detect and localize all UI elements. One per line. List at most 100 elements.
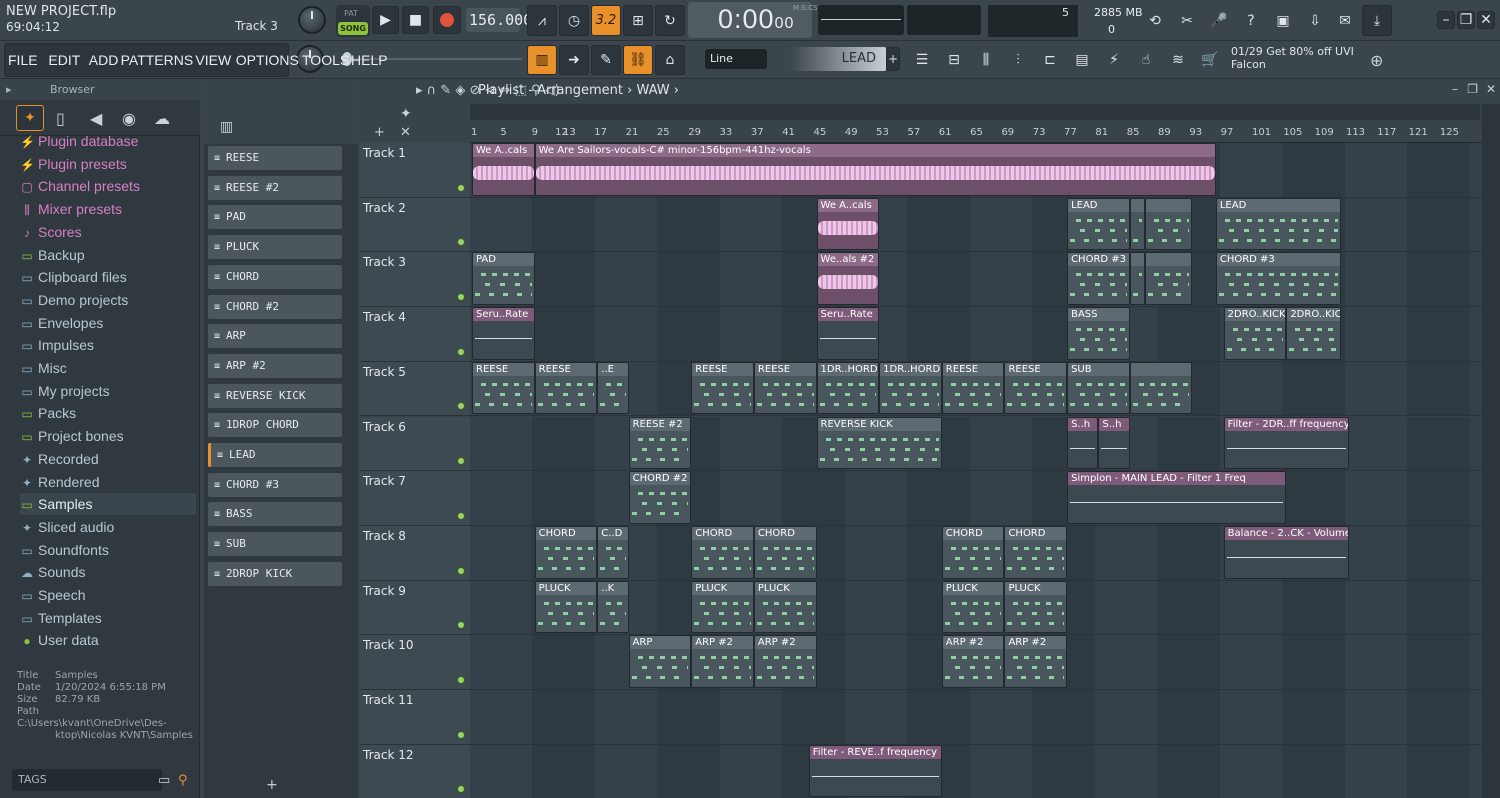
track-mute-led[interactable] [457,347,465,356]
pattern-clip[interactable]: REESE [941,361,1005,415]
track-mute-led[interactable] [457,785,465,794]
playlist-window-button[interactable]: ☰ [907,45,937,75]
browser-item[interactable]: ⚡ Plugin database [20,130,196,152]
pattern-clip[interactable]: CHORD [534,525,598,579]
track-lane[interactable]: REESE #2 REVERSE KICK S..h S..h Filter - 2DR… [470,416,1482,472]
pattern-clip[interactable]: REESE [1004,361,1068,415]
track-mute-led[interactable] [457,621,465,630]
news-panel[interactable]: 01/29 Get 80% off UVI Falcon [1231,45,1354,71]
pattern-clip[interactable]: REESE [753,361,817,415]
audio-clip[interactable]: We A..cals [472,143,535,196]
menu-tools[interactable]: TOOLS [302,52,349,68]
timeline-ruler[interactable]: 1 5 9 13 17 21 25 29 33 37 41 45 49 53 57 61 65 69 73 77 81 8… [470,121,1482,143]
picker-item[interactable]: REESE [208,146,342,170]
browser-tab-project[interactable]: ▯ [56,109,65,128]
pattern-clip[interactable]: PLUCK [753,580,817,634]
browser-item[interactable]: ✦ Sliced audio [20,516,196,538]
browser-item[interactable]: ▭ Backup [20,244,196,266]
browser-item[interactable]: ▭ Speech [20,584,196,606]
track-lane[interactable]: REESE REESE ..E REESE REESE 1DR..HORD 1DR..HOR… [470,361,1482,417]
overview-strip[interactable] [470,104,1480,120]
pattern-clip[interactable]: ..K [597,580,629,634]
track-header[interactable]: Track 3 [360,252,470,308]
pattern-clip[interactable]: 2DRO..KICK [1286,307,1342,360]
browser-item[interactable]: ▭ Packs [20,402,196,424]
undo-button[interactable]: ⟲ [1140,5,1170,36]
pattern-clip[interactable] [1145,197,1193,251]
track-lane[interactable]: We A..cals We Are Sailors-vocals-C# minor… [470,143,1482,198]
browser-tab-cloud[interactable]: ☁ [154,109,170,128]
track-mute-led[interactable] [457,566,465,575]
audio-clip[interactable]: We..als #2 [816,252,880,306]
track-mute-led[interactable] [457,183,465,192]
magnet-icon[interactable]: ✦ [400,106,412,122]
remove-track-icon[interactable]: ✕ [400,125,411,140]
browser-item[interactable]: ☁ Sounds [20,561,196,583]
pattern-clip[interactable]: CHORD [753,525,817,579]
search-icon[interactable]: ⚲ [178,773,188,788]
track-lane[interactable]: CHORD C..D CHORD CHORD CHORD CHORD Balance - 2… [470,525,1482,581]
pattern-picker-icon[interactable]: ▥ [220,119,233,135]
pattern-clip[interactable]: LEAD [1215,197,1342,251]
pattern-clip[interactable]: LEAD [1067,197,1130,251]
automation-clip[interactable]: Seru..Rate [816,307,880,360]
track-lane[interactable]: Seru..Rate Seru..Rate BASS 2DRO..KICK 2DRO..… [470,307,1482,362]
touch-button[interactable]: ☝ [1131,45,1161,75]
menu-options[interactable]: OPTIONS [236,52,299,68]
browser-item[interactable]: ▢ Channel presets [20,175,196,197]
browser-item[interactable]: ▭ Demo projects [20,289,196,311]
pattern-clip[interactable]: PAD [472,252,535,306]
export-button[interactable]: ⇩ [1300,5,1330,36]
link-tool[interactable]: ⛓ [623,45,653,75]
pattern-clip[interactable]: REESE #2 [628,416,692,470]
browser-item[interactable]: ▭ Envelopes [20,312,196,334]
track-lane[interactable]: PLUCK ..K PLUCK PLUCK PLUCK PLUCK [470,580,1482,636]
save-button[interactable]: ▣ [1268,5,1298,36]
wait-input-button[interactable]: ◷ [559,5,589,36]
pattern-clip[interactable] [1129,361,1193,415]
track-mute-led[interactable] [457,457,465,466]
browser-item[interactable]: ▭ Clipboard files [20,266,196,288]
track-lane[interactable]: We A..cals LEAD LEAD [470,197,1482,253]
track-lane[interactable]: CHORD #2 Simplon - MAIN LEAD - Filter 1 F… [470,471,1482,526]
automation-clip[interactable]: Balance - 2..CK - Volume [1223,525,1349,579]
vertical-scrollbar[interactable] [1482,104,1500,798]
browser-item[interactable]: ♪ Scores [20,221,196,243]
pattern-clip[interactable]: ARP #2 [753,635,817,688]
browser-tab-speaker[interactable]: ◀ [90,109,102,128]
automation-clip[interactable]: Seru..Rate [472,307,535,360]
pattern-clip[interactable]: CHORD #2 [628,471,692,524]
picker-item[interactable]: CHORD #3 [208,472,342,497]
track-header[interactable]: Track 10 [360,635,470,690]
picker-item[interactable]: 1DROP CHORD [208,413,342,438]
mic-button[interactable]: 🎤 [1204,5,1234,36]
pattern-clip[interactable]: CHORD [1004,525,1068,579]
picker-item[interactable]: PAD [208,205,342,230]
minimize-button[interactable]: – [1437,11,1455,29]
menu-edit[interactable]: EDIT [48,52,80,68]
pattern-clip[interactable]: 1DR..HORD [879,361,942,415]
pattern-clip[interactable]: ARP #2 [1004,635,1068,688]
pattern-clip[interactable]: CHORD [691,525,754,579]
pattern-clip[interactable]: REESE [472,361,535,415]
pattern-clip[interactable]: CHORD #3 [1215,252,1342,306]
pattern-selector[interactable]: LEAD [790,47,886,71]
globe-icon[interactable]: ⊕ [1370,51,1383,70]
picker-item[interactable]: 2DROP KICK [208,561,342,586]
picker-item[interactable]: PLUCK [208,235,342,260]
pattern-clip[interactable]: REESE [534,361,598,415]
menu-help[interactable]: HELP [351,52,388,68]
browser-item[interactable]: ▭ Samples [20,493,196,516]
browser-item[interactable]: ▭ Templates [20,607,196,629]
pat-song-toggle[interactable]: PAT SONG [336,5,370,37]
step-edit-button[interactable]: ⊞ [623,5,653,36]
picker-item[interactable]: BASS [208,502,342,527]
master-volume-knob[interactable] [298,6,326,34]
close-button[interactable]: ✕ [1477,11,1495,29]
add-channel-button[interactable]: + [266,777,278,793]
browser-item[interactable]: ● User data [20,629,196,651]
loop-record-button[interactable]: ↻ [655,5,685,36]
pattern-clip[interactable]: CHORD #3 [1067,252,1130,306]
browser-arrow-icon[interactable]: ▸ [6,83,12,96]
stop-button[interactable]: ■ [402,6,429,34]
